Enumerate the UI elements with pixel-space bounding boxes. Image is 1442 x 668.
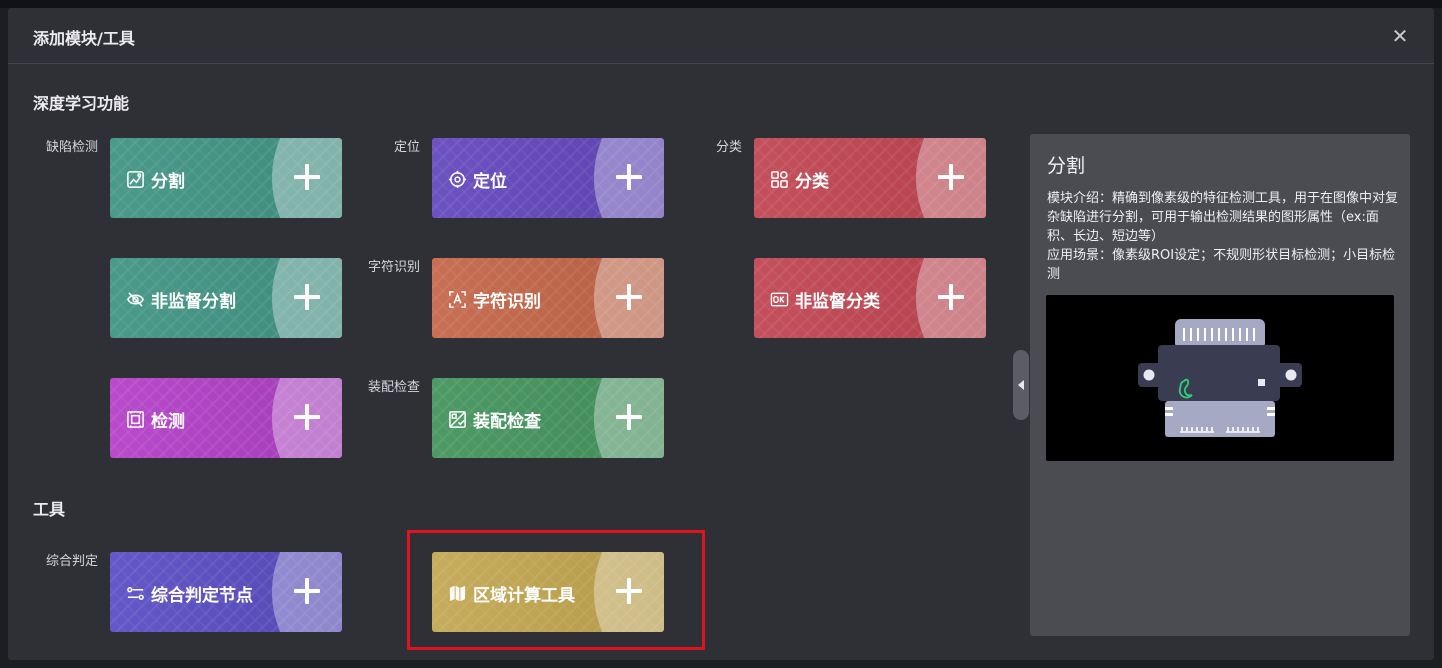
card-segment[interactable]: 分割 — [110, 138, 342, 218]
add-unsupervised-classify-button[interactable] — [934, 280, 968, 314]
card-detect[interactable]: 检测 — [110, 378, 342, 458]
row-label-judge: 综合判定 — [45, 554, 98, 569]
info-description: 模块介绍：精确到像素级的特征检测工具，用于在图像中对复杂缺陷进行分割，可用于输出… — [1047, 191, 1399, 244]
card-label: 装配检查 — [473, 412, 541, 432]
card-label: 分割 — [151, 172, 185, 192]
section-title-deep-learning: 深度学习功能 — [33, 94, 130, 113]
info-description-block: 模块介绍：精确到像素级的特征检测工具，用于在图像中对复杂缺陷进行分割，可用于输出… — [1047, 189, 1399, 284]
grid-classify-icon — [771, 171, 788, 188]
card-locate[interactable]: 定位 — [432, 138, 664, 218]
selection-highlight — [407, 530, 705, 650]
row-label-assembly: 装配检查 — [367, 380, 420, 395]
card-label: 定位 — [473, 172, 507, 192]
target-icon — [448, 170, 467, 189]
ok-badge-icon — [770, 292, 789, 307]
card-label: 分类 — [795, 172, 829, 192]
row-label-defect: 缺陷检测 — [45, 140, 98, 155]
card-label: 非监督分割 — [151, 292, 236, 312]
card-ocr[interactable]: 字符识别 — [432, 258, 664, 338]
card-assembly-check[interactable]: 装配检查 — [432, 378, 664, 458]
add-segment-button[interactable] — [290, 160, 324, 194]
connector-preview-illustration — [1138, 319, 1302, 437]
sliders-icon — [127, 587, 144, 600]
card-label: 检测 — [151, 412, 185, 432]
add-classify-button[interactable] — [934, 160, 968, 194]
chevron-left-icon — [1018, 380, 1024, 390]
add-locate-button[interactable] — [612, 160, 646, 194]
add-unsupervised-segment-button[interactable] — [290, 280, 324, 314]
module-info-panel: 分割 模块介绍：精确到像素级的特征检测工具，用于在图像中对复杂缺陷进行分割，可用… — [1030, 134, 1410, 636]
section-title-tools: 工具 — [33, 500, 66, 519]
card-label: 非监督分类 — [795, 292, 880, 312]
close-button[interactable]: ✕ — [1388, 24, 1412, 48]
dialog-header: 添加模块/工具 ✕ — [8, 8, 1434, 64]
card-label: 字符识别 — [473, 292, 541, 312]
segment-image-icon — [127, 171, 144, 188]
row-label-locate: 定位 — [393, 140, 420, 155]
eye-off-icon — [127, 292, 144, 307]
add-judge-node-button[interactable] — [290, 574, 324, 608]
info-scenario: 应用场景：像素级ROI设定；不规则形状目标检测；小目标检测 — [1047, 248, 1396, 282]
collapse-panel-handle[interactable] — [1013, 350, 1029, 420]
info-title: 分割 — [1047, 155, 1086, 177]
add-module-dialog: 添加模块/工具 ✕ 深度学习功能 缺陷检测 定位 分类 字符识别 装配检查 分割… — [8, 8, 1434, 660]
card-unsupervised-segment[interactable]: 非监督分割 — [110, 258, 342, 338]
add-detect-button[interactable] — [290, 400, 324, 434]
card-unsupervised-classify[interactable]: 非监督分类 — [754, 258, 986, 338]
assembly-check-icon — [449, 411, 466, 428]
app-top-bar — [0, 0, 1442, 8]
card-classify[interactable]: 分类 — [754, 138, 986, 218]
text-scan-icon — [449, 291, 466, 308]
row-label-classify: 分类 — [715, 140, 742, 155]
dialog-title: 添加模块/工具 — [33, 29, 135, 48]
add-assembly-check-button[interactable] — [612, 400, 646, 434]
detect-box-icon — [127, 411, 144, 428]
add-ocr-button[interactable] — [612, 280, 646, 314]
card-label: 综合判定节点 — [151, 586, 253, 606]
row-label-ocr: 字符识别 — [367, 260, 420, 275]
card-judge-node[interactable]: 综合判定节点 — [110, 552, 342, 632]
module-preview-image — [1046, 295, 1394, 461]
